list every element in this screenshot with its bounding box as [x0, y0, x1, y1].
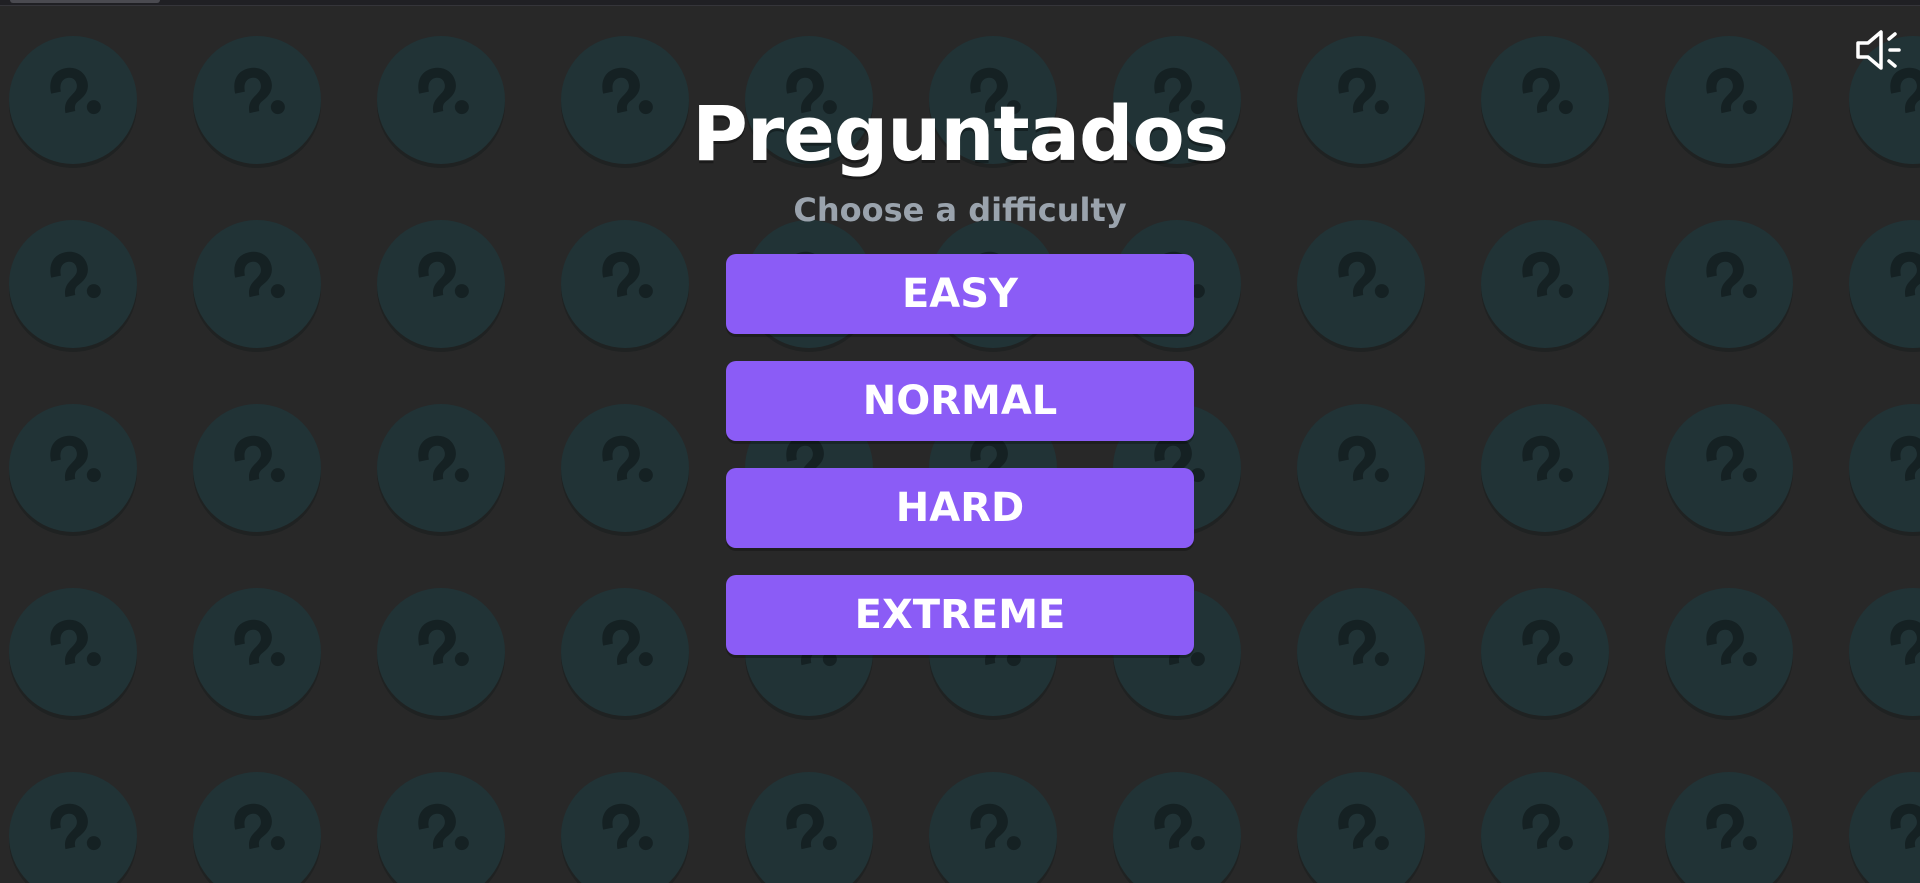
question-circle-icon: [9, 404, 137, 536]
hard-button[interactable]: HARD: [726, 468, 1194, 548]
question-circle-icon: [1297, 588, 1425, 720]
top-scroll-strip: [0, 0, 1920, 6]
question-circle-icon: [193, 772, 321, 883]
question-circle-icon: [1297, 772, 1425, 883]
question-circle-icon: [1665, 772, 1793, 883]
question-circle-icon: [1849, 772, 1920, 883]
question-circle-icon: [1481, 36, 1609, 168]
question-circle-icon: [193, 220, 321, 352]
question-circle-icon: [561, 220, 689, 352]
question-circle-icon: [1297, 404, 1425, 536]
question-circle-icon: [1481, 588, 1609, 720]
question-circle-icon: [377, 220, 505, 352]
question-circle-icon: [193, 588, 321, 720]
speaker-volume-icon: [1852, 22, 1908, 78]
question-circle-icon: [929, 772, 1057, 883]
difficulty-options: EASY NORMAL HARD EXTREME: [726, 254, 1194, 655]
question-circle-icon: [9, 36, 137, 168]
question-circle-icon: [1665, 588, 1793, 720]
extreme-button[interactable]: EXTREME: [726, 575, 1194, 655]
question-circle-icon: [1849, 588, 1920, 720]
question-circle-icon: [9, 220, 137, 352]
question-circle-icon: [1113, 772, 1241, 883]
sound-toggle-button[interactable]: [1852, 22, 1908, 78]
question-circle-icon: [9, 772, 137, 883]
question-circle-icon: [1481, 220, 1609, 352]
question-circle-icon: [1297, 36, 1425, 168]
question-circle-icon: [1665, 220, 1793, 352]
top-scroll-thumb[interactable]: [10, 0, 160, 3]
question-circle-icon: [377, 404, 505, 536]
question-circle-icon: [1665, 404, 1793, 536]
question-circle-icon: [561, 36, 689, 168]
normal-button[interactable]: NORMAL: [726, 361, 1194, 441]
question-circle-icon: [193, 404, 321, 536]
question-circle-icon: [561, 588, 689, 720]
choose-difficulty-prompt: Choose a difficulty: [793, 191, 1127, 229]
easy-button[interactable]: EASY: [726, 254, 1194, 334]
question-circle-icon: [1849, 404, 1920, 536]
game-title: Preguntados: [692, 89, 1229, 178]
question-circle-icon: [377, 36, 505, 168]
question-circle-icon: [1481, 772, 1609, 883]
question-circle-icon: [561, 772, 689, 883]
question-circle-icon: [193, 36, 321, 168]
question-circle-icon: [561, 404, 689, 536]
question-circle-icon: [377, 772, 505, 883]
question-circle-icon: [745, 772, 873, 883]
question-circle-icon: [1297, 220, 1425, 352]
game-screen: Preguntados Choose a difficulty EASY NOR…: [0, 0, 1920, 883]
difficulty-menu: Preguntados Choose a difficulty EASY NOR…: [692, 86, 1229, 655]
question-circle-icon: [1481, 404, 1609, 536]
question-circle-icon: [1849, 220, 1920, 352]
question-circle-icon: [377, 588, 505, 720]
question-circle-icon: [9, 588, 137, 720]
question-circle-icon: [1665, 36, 1793, 168]
